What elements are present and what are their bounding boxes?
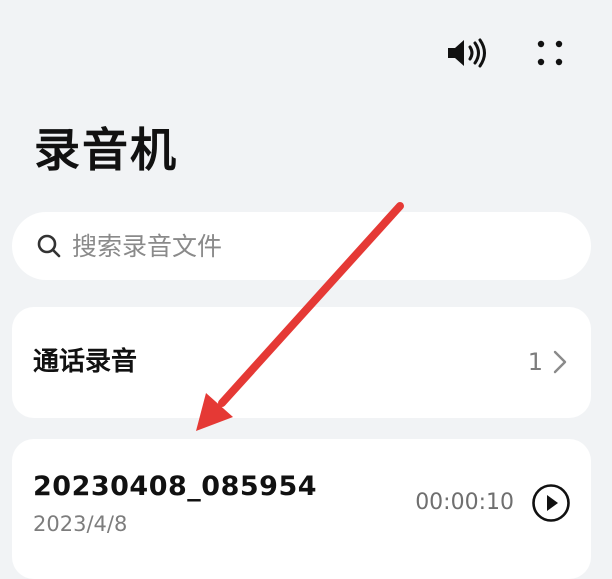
recording-duration: 00:00:10	[415, 490, 514, 515]
call-recordings-count: 1	[527, 348, 543, 376]
play-icon[interactable]	[531, 483, 571, 523]
chevron-right-icon	[553, 350, 567, 374]
more-button[interactable]	[528, 33, 572, 73]
search-icon	[34, 231, 64, 261]
recording-date: 2023/4/8	[33, 512, 128, 536]
page-title: 录音机	[34, 123, 178, 177]
recording-list-item[interactable]: 20230408_085954 2023/4/8 00:00:10	[12, 439, 591, 579]
search-bar[interactable]	[12, 212, 591, 280]
speaker-button[interactable]	[444, 33, 488, 73]
speaker-volume-icon	[448, 38, 486, 68]
search-input[interactable]	[72, 231, 532, 261]
call-recordings-item[interactable]: 通话录音 1	[12, 307, 591, 418]
call-recordings-label: 通话录音	[33, 347, 138, 377]
more-dots-icon	[537, 40, 563, 66]
recording-name: 20230408_085954	[33, 471, 318, 502]
